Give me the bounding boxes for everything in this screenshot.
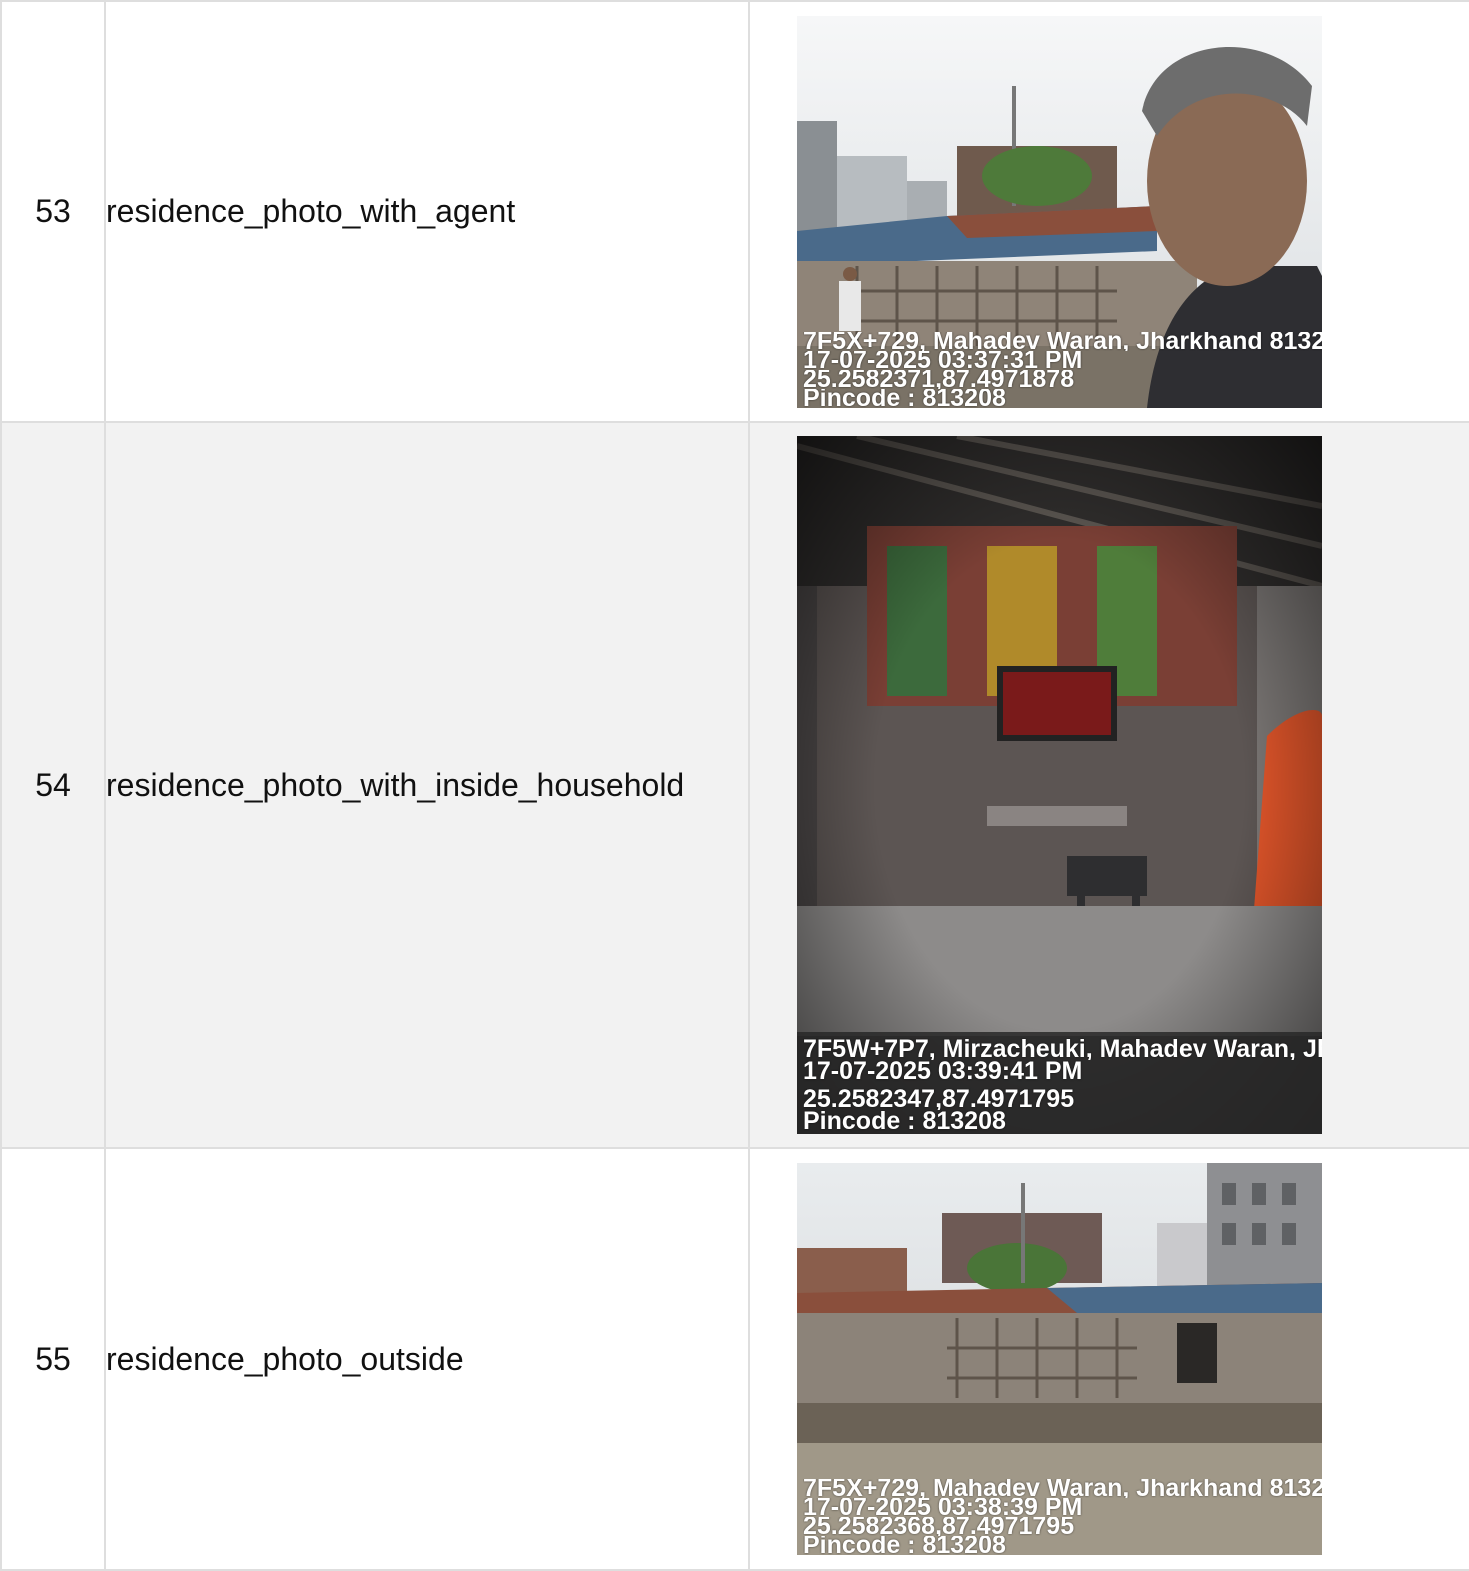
photo-geo-stamp: 7F5W+7P7, Mirzacheuki, Mahadev Waran, Jh… [797, 1032, 1322, 1134]
stamp-coordinates: 25.2582368,87.4971795 [803, 1517, 1075, 1536]
stamp-coordinates: 25.2582347,87.4971795 [803, 1088, 1075, 1110]
photo-geo-stamp: 7F5X+729, Mahadev Waran, Jharkhand 8132 … [797, 328, 1322, 408]
residence-photo-with-agent: 7F5X+729, Mahadev Waran, Jharkhand 8132 … [797, 15, 1322, 408]
table-row: 55 residence_photo_outside 7F5X+729, Mah… [0, 1147, 1469, 1571]
stamp-datetime: 17-07-2025 03:37:31 PM [803, 350, 1083, 370]
row-number: 54 [0, 421, 106, 1149]
stamp-datetime: 17-07-2025 03:38:39 PM [803, 1498, 1083, 1517]
row-number: 55 [0, 1147, 106, 1571]
field-name: residence_photo_with_agent [104, 0, 750, 423]
field-name: residence_photo_outside [104, 1147, 750, 1571]
residence-photos-table: 53 residence_photo_with_agent 7F5X+729, … [0, 0, 1469, 1571]
stamp-address: 7F5X+729, Mahadev Waran, Jharkhand 8132 [803, 1479, 1322, 1498]
row-number: 53 [0, 0, 106, 423]
table-row: 54 residence_photo_with_inside_household [0, 421, 1469, 1149]
stamp-coordinates: 25.2582371,87.4971878 [803, 369, 1075, 389]
stamp-datetime: 17-07-2025 03:39:41 PM [803, 1060, 1083, 1082]
field-name: residence_photo_with_inside_household [104, 421, 750, 1149]
stamp-address: 7F5X+729, Mahadev Waran, Jharkhand 8132 [803, 331, 1322, 351]
stamp-address: 7F5W+7P7, Mirzacheuki, Mahadev Waran, Jh [803, 1038, 1322, 1060]
stamp-pincode: Pincode : 813208 [803, 1536, 1006, 1555]
photo-geo-stamp: 7F5X+729, Mahadev Waran, Jharkhand 8132 … [797, 1475, 1322, 1555]
stamp-pincode: Pincode : 813208 [803, 388, 1006, 408]
stamp-pincode: Pincode : 813208 [803, 1110, 1006, 1132]
table-row: 53 residence_photo_with_agent 7F5X+729, … [0, 0, 1469, 423]
residence-photo-outside: 7F5X+729, Mahadev Waran, Jharkhand 8132 … [797, 1163, 1322, 1555]
residence-photo-inside-household: 7F5W+7P7, Mirzacheuki, Mahadev Waran, Jh… [797, 436, 1322, 1134]
